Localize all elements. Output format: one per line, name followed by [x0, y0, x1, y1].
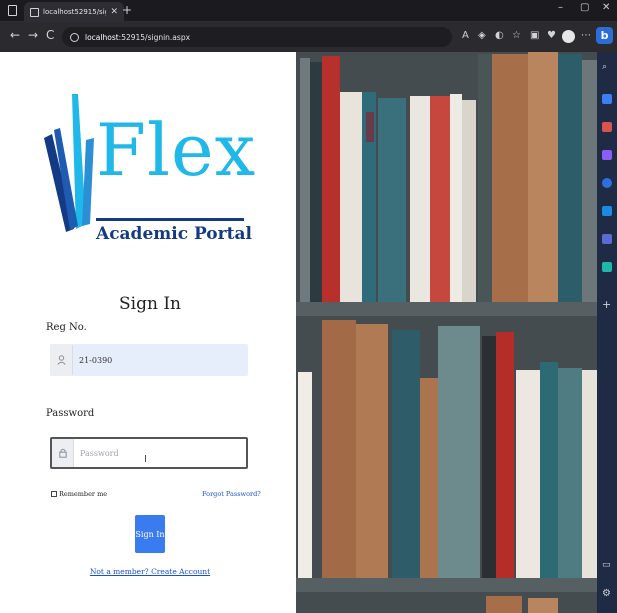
close-window-button[interactable]: ✕	[602, 2, 610, 13]
reg-no-field[interactable]	[50, 344, 248, 376]
sidebar-settings-icon[interactable]: ⚙	[602, 588, 612, 599]
browser-tab[interactable]: localhost52915/signin.aspx ✕	[24, 2, 124, 22]
new-tab-button[interactable]: +	[122, 3, 132, 17]
minimize-button[interactable]: –	[558, 2, 563, 13]
sidebar-tag-icon[interactable]	[602, 94, 612, 104]
remember-label: Remember me	[59, 490, 108, 498]
address-bar[interactable]: localhost:52915/signin.aspx	[62, 27, 452, 47]
sidebar-games-icon[interactable]	[602, 150, 612, 160]
remember-checkbox[interactable]	[51, 491, 57, 497]
forgot-password-link[interactable]: Forgot Password?	[202, 490, 261, 498]
sign-in-button[interactable]: Sign In	[135, 515, 165, 553]
logo-swoosh-icon	[44, 94, 94, 232]
site-info-icon[interactable]	[70, 32, 79, 42]
forward-button[interactable]: →	[28, 28, 38, 42]
refresh-icon[interactable]: ◐	[495, 30, 504, 41]
text-cursor-icon: I	[144, 454, 147, 465]
refresh-button[interactable]: C	[46, 28, 54, 42]
tab-close-icon[interactable]: ✕	[110, 7, 118, 17]
extensions-icon[interactable]: ◈	[478, 30, 486, 41]
sidebar-add-icon[interactable]: +	[602, 298, 612, 311]
bookshelf-illustration	[296, 52, 597, 613]
sidebar-briefcase-icon[interactable]	[602, 122, 612, 132]
back-button[interactable]: ←	[10, 28, 20, 42]
heart-icon[interactable]: ♥	[547, 30, 556, 41]
bing-icon[interactable]: b	[596, 27, 613, 44]
password-input[interactable]	[74, 439, 246, 467]
sidebar-search-icon[interactable]: ⌕	[602, 62, 612, 72]
remember-me[interactable]: Remember me	[51, 490, 107, 498]
reg-no-input[interactable]	[73, 345, 247, 375]
logo-subtitle: Academic Portal	[96, 224, 252, 244]
sidebar-panel-icon[interactable]: ▭	[602, 560, 612, 570]
reg-no-label: Reg No.	[46, 322, 87, 333]
lock-icon	[52, 439, 74, 467]
password-label: Password	[46, 408, 95, 419]
sidebar-drop-icon[interactable]	[602, 234, 612, 244]
signin-page: Flex Academic Portal Sign In Reg No. Pas…	[4, 52, 296, 613]
profile-avatar[interactable]	[562, 30, 575, 43]
sidebar-designer-icon[interactable]	[602, 262, 612, 272]
address-url: localhost:52915/signin.aspx	[85, 32, 191, 42]
page-title: Sign In	[119, 294, 181, 314]
browser-toolbar: ← → C localhost:52915/signin.aspx A ◈ ◐ …	[0, 22, 617, 52]
tab-title: localhost52915/signin.aspx	[43, 8, 106, 16]
read-aloud-icon[interactable]: A	[462, 30, 469, 41]
logo-underline	[96, 218, 244, 221]
sidebar-office-icon[interactable]	[602, 178, 612, 188]
tab-actions-icon[interactable]	[8, 5, 17, 16]
create-account-link[interactable]: Not a member? Create Account	[4, 567, 296, 576]
logo-wordmark: Flex	[96, 108, 257, 192]
more-icon[interactable]: ⋯	[581, 30, 591, 41]
browser-tab-strip: localhost52915/signin.aspx ✕ + – ▢ ✕	[0, 0, 617, 22]
password-field[interactable]	[50, 437, 248, 469]
favorites-icon[interactable]: ☆	[512, 30, 521, 41]
user-icon	[51, 345, 73, 375]
sidebar-outlook-icon[interactable]	[602, 206, 612, 216]
edge-sidebar: ⌕ + ▭ ⚙	[597, 52, 617, 613]
maximize-button[interactable]: ▢	[580, 2, 589, 13]
page-favicon-icon	[30, 7, 39, 17]
collections-icon[interactable]: ▣	[530, 30, 539, 41]
bookshelf-image	[296, 52, 597, 613]
